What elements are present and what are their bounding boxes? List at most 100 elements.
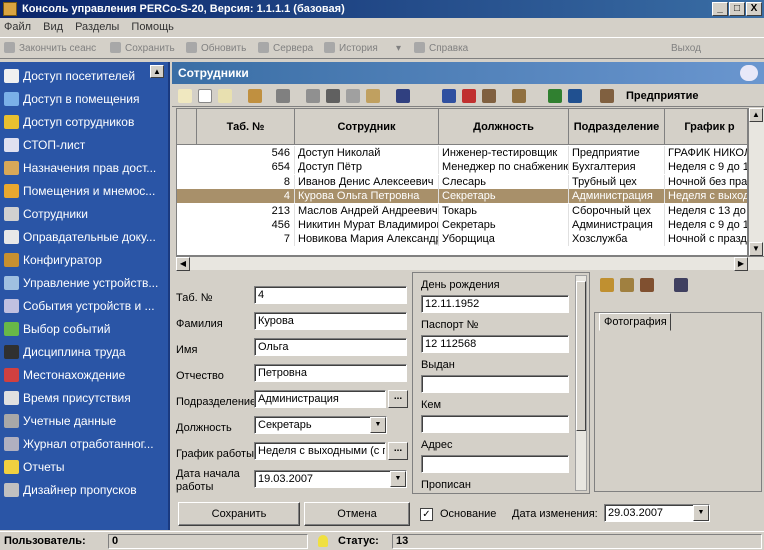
change-date-dropdown-icon[interactable]: ▼ <box>693 505 709 521</box>
exit-button[interactable]: Выход <box>671 38 701 60</box>
table-row[interactable]: 654 Доступ Пётр Менеджер по снабжению Бухга… <box>177 160 747 175</box>
settings-icon[interactable] <box>366 89 380 103</box>
table-row[interactable]: 8 Иванов Денис Алексеевич Слесарь Трубный ц… <box>177 174 747 189</box>
menu-view[interactable]: Вид <box>43 21 63 33</box>
camera-icon[interactable] <box>620 278 634 292</box>
sidebar-item[interactable]: Доступ сотрудников <box>4 112 162 132</box>
bag-icon[interactable] <box>512 89 526 103</box>
table-row[interactable]: 456 Никитин Мурат Владимирович Секретарь Ад… <box>177 218 747 232</box>
scroll-up-icon[interactable]: ▲ <box>749 108 763 122</box>
visitor-access-icon <box>4 69 19 83</box>
filter-icon[interactable] <box>306 89 320 103</box>
binoculars-icon[interactable] <box>326 89 340 103</box>
sidebar-item[interactable]: Местонахождение <box>4 365 162 385</box>
table-row[interactable]: 213 Маслов Андрей Андреевич Токарь Сборочны… <box>177 203 747 218</box>
refresh-button[interactable]: Обновить <box>186 38 246 60</box>
sidebar-item[interactable]: Время присутствия <box>4 388 162 408</box>
sidebar-item[interactable]: События устройств и ... <box>4 296 162 316</box>
sidebar-item[interactable]: Дизайнер пропусков <box>4 480 162 500</box>
address-field[interactable] <box>421 455 569 473</box>
finish-session-button[interactable]: Закончить сеанс <box>4 38 96 60</box>
position-dropdown-icon[interactable]: ▼ <box>370 417 386 433</box>
excel-icon[interactable] <box>548 89 562 103</box>
key-icon[interactable] <box>482 89 496 103</box>
sidebar-item[interactable]: Управление устройств... <box>4 273 162 293</box>
menu-file[interactable]: Файл <box>4 21 31 33</box>
export-icon[interactable] <box>568 89 582 103</box>
tab-photo[interactable]: Фотография <box>599 313 671 331</box>
column-header[interactable]: График р <box>665 109 747 145</box>
menu-sections[interactable]: Разделы <box>75 21 119 33</box>
table-row[interactable]: 546 Доступ Николай Инженер-тестировщик Пред… <box>177 146 747 160</box>
barcode-icon[interactable] <box>396 89 410 103</box>
sidebar-item[interactable]: Помещения и мнемос... <box>4 181 162 201</box>
column-header[interactable]: Подразделение <box>569 109 665 145</box>
birthday-field[interactable] <box>421 295 569 313</box>
column-header[interactable]: Таб. № <box>197 109 295 145</box>
sidebar-item[interactable]: Доступ в помещения <box>4 89 162 109</box>
sidebar-item[interactable]: СТОП-лист <box>4 135 162 155</box>
help-icon <box>414 42 425 53</box>
sidebar-item[interactable]: Назначения прав дост... <box>4 158 162 178</box>
patronymic-field[interactable] <box>254 364 407 382</box>
open-photo-icon[interactable] <box>600 278 614 292</box>
new-record-icon[interactable] <box>178 89 192 103</box>
table-row[interactable]: 4 Курова Ольга Петровна Секретарь Администр… <box>177 189 747 204</box>
folder-icon[interactable] <box>248 89 262 103</box>
sidebar-item[interactable]: Журнал отработанног... <box>4 434 162 454</box>
grid-vertical-scrollbar[interactable]: ▲ ▼ <box>748 108 764 256</box>
close-button[interactable]: X <box>746 2 762 16</box>
department-field[interactable] <box>254 390 386 408</box>
edit-text-icon[interactable] <box>198 89 212 103</box>
column-header[interactable]: Сотрудник <box>295 109 439 145</box>
passport-field[interactable] <box>421 335 569 353</box>
table-row[interactable]: 7Новикова Мария АлександровнаУборщицаХоз… <box>177 232 747 247</box>
sidebar-item[interactable]: Отчеты <box>4 457 162 477</box>
schedule-field[interactable] <box>254 442 386 460</box>
form-scroll-thumb[interactable] <box>576 281 586 431</box>
tab-no-field[interactable] <box>254 286 407 304</box>
sidebar-item[interactable]: Учетные данные <box>4 411 162 431</box>
start-date-field[interactable]: 19.03.2007 <box>254 470 407 488</box>
maximize-button[interactable]: □ <box>729 2 745 16</box>
delete-icon[interactable] <box>276 89 290 103</box>
minimize-button[interactable]: _ <box>712 2 728 16</box>
save-toolbar-button[interactable]: Сохранить <box>110 38 175 60</box>
issued-by-field[interactable] <box>421 415 569 433</box>
dropdown-arrow-icon[interactable]: ▾ <box>396 38 401 60</box>
scroll-right-icon[interactable]: ▶ <box>734 257 748 271</box>
photo-icon[interactable] <box>462 89 476 103</box>
sidebar-item[interactable]: Дисциплина труда <box>4 342 162 362</box>
history-button[interactable]: История <box>324 38 378 60</box>
scroll-left-icon[interactable]: ◀ <box>176 257 190 271</box>
sidebar-item[interactable]: Конфигуратор <box>4 250 162 270</box>
help-button[interactable]: Справка <box>414 38 468 60</box>
schedule-browse-button[interactable]: ... <box>388 442 408 460</box>
basis-checkbox[interactable]: ✓ <box>420 508 433 521</box>
sort-icon[interactable] <box>346 89 360 103</box>
copy-icon[interactable] <box>218 89 232 103</box>
clear-photo-icon[interactable] <box>640 278 654 292</box>
sidebar-item-label: События устройств и ... <box>23 299 155 313</box>
sidebar-item[interactable]: Оправдательные доку... <box>4 227 162 247</box>
menu-help[interactable]: Помощь <box>131 21 174 33</box>
scan-icon[interactable] <box>674 278 688 292</box>
position-select[interactable]: Секретарь <box>254 416 387 434</box>
enterprise-button[interactable]: Предприятие <box>626 85 699 107</box>
start-date-dropdown-icon[interactable]: ▼ <box>390 471 406 487</box>
issued-field[interactable] <box>421 375 569 393</box>
card-icon[interactable] <box>442 89 456 103</box>
name-field[interactable] <box>254 338 407 356</box>
grid-horizontal-scrollbar[interactable]: ◀ ▶ <box>176 256 764 271</box>
department-browse-button[interactable]: ... <box>388 390 408 408</box>
surname-field[interactable] <box>254 312 407 330</box>
servers-button[interactable]: Сервера <box>258 38 313 60</box>
sidebar-item[interactable]: Сотрудники <box>4 204 162 224</box>
book-icon[interactable] <box>600 89 614 103</box>
sidebar-item[interactable]: Выбор событий <box>4 319 162 339</box>
save-button[interactable]: Сохранить <box>178 502 300 526</box>
column-header[interactable]: Должность <box>439 109 569 145</box>
sidebar-item[interactable]: Доступ посетителей <box>4 66 162 86</box>
cancel-button[interactable]: Отмена <box>304 502 410 526</box>
scroll-down-icon[interactable]: ▼ <box>749 242 763 256</box>
